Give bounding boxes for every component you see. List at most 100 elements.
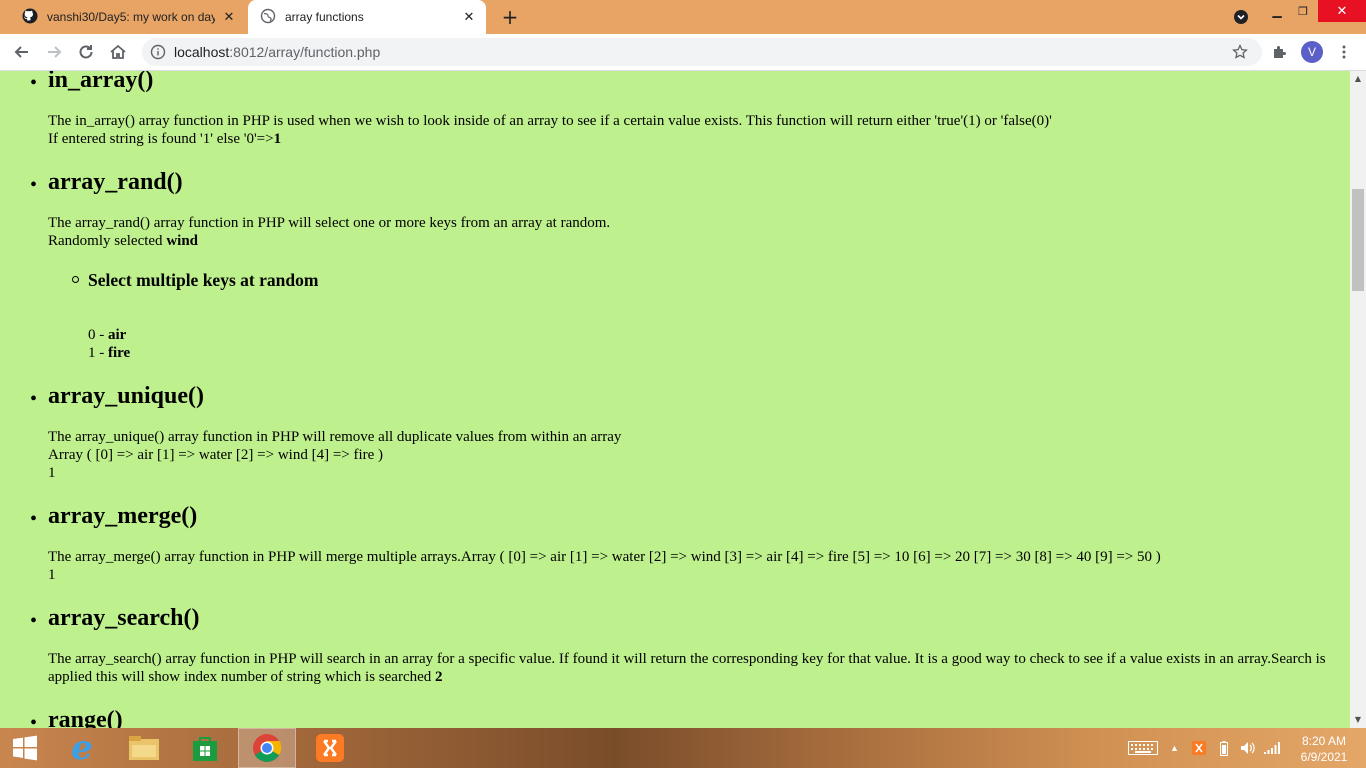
home-icon (110, 44, 126, 59)
bullet-icon: • (30, 388, 38, 410)
tab-strip: vanshi30/Day5: my work on day ✕ array fu… (0, 0, 1366, 34)
result-value: 1 (273, 131, 282, 147)
heading-range: range() (48, 707, 123, 728)
extensions-puzzle-icon[interactable] (1271, 44, 1287, 65)
section-array-search: • array_search() The array_search() arra… (30, 584, 1350, 686)
random-key-row: 1 - fire (88, 344, 1350, 362)
windows-taskbar: e ▲ 8:20 AM 6/9/2021 (0, 728, 1366, 768)
url-text: localhost:8012/array/function.php (174, 44, 380, 60)
heading-array-unique: array_unique() (48, 383, 204, 409)
clock-time: 8:20 AM (1301, 734, 1347, 748)
heading-array-search: array_search() (48, 605, 200, 631)
close-icon[interactable]: ✕ (462, 10, 476, 24)
keyboard-icon[interactable] (1128, 728, 1158, 768)
back-button[interactable] (12, 42, 32, 62)
scroll-up-arrow-icon[interactable]: ▲ (1350, 71, 1366, 87)
browser-toolbar: localhost:8012/array/function.php V (0, 34, 1366, 71)
array-unique-description: The array_unique() array function in PHP… (48, 429, 622, 445)
description-text: The array_search() array function in PHP… (48, 651, 1326, 685)
key-index: 1 - (88, 345, 108, 361)
back-arrow-icon (14, 46, 28, 58)
minimize-button[interactable]: ▁ (1266, 0, 1288, 22)
clock-date: 6/9/2021 (1300, 750, 1348, 764)
reload-button[interactable] (76, 42, 96, 62)
profile-avatar[interactable]: V (1301, 41, 1323, 63)
scrollbar-thumb[interactable] (1352, 189, 1364, 291)
taskbar-clock[interactable]: 8:20 AM 6/9/2021 (1296, 733, 1352, 765)
restore-button[interactable]: ❐ (1292, 0, 1314, 22)
forward-button[interactable] (44, 42, 64, 62)
tab-title: array functions (285, 10, 364, 24)
github-icon (22, 8, 38, 27)
result-value: 2 (435, 669, 443, 685)
section-array-unique: • array_unique() The array_unique() arra… (30, 362, 1350, 482)
section-array-rand: • array_rand() The array_rand() array fu… (30, 148, 1350, 362)
close-icon[interactable]: ✕ (222, 10, 236, 24)
result-text: Randomly selected (48, 233, 163, 249)
bullet-icon: • (30, 72, 38, 94)
internet-explorer-icon: e (71, 728, 93, 768)
address-bar[interactable]: localhost:8012/array/function.php (142, 38, 1262, 66)
random-key-row: 0 - air (88, 326, 1350, 344)
key-index: 0 - (88, 327, 108, 343)
bookmark-star-icon[interactable] (1232, 43, 1248, 65)
scroll-down-arrow-icon[interactable]: ▼ (1350, 712, 1366, 728)
tab-search-button[interactable] (1233, 9, 1249, 25)
subsection-multiple-keys: Select multiple keys at random 0 - air 1… (72, 270, 1350, 362)
result-text: If entered string is found '1' else '0'=… (48, 131, 274, 147)
new-tab-button[interactable]: + (500, 7, 520, 27)
subheading-multiple-keys: Select multiple keys at random (88, 270, 319, 290)
section-range: • range() (30, 686, 1350, 728)
key-value: fire (108, 345, 131, 361)
reload-icon (79, 45, 93, 59)
array-search-description: The array_search() array function in PHP… (48, 650, 1338, 686)
close-window-button[interactable]: ✕ (1318, 0, 1366, 22)
more-menu-icon[interactable] (1336, 44, 1352, 65)
vertical-scrollbar[interactable]: ▲ ▼ (1350, 71, 1366, 728)
network-signal-icon[interactable] (1264, 728, 1280, 768)
show-hidden-icons-icon[interactable]: ▲ (1170, 728, 1179, 768)
chevron-down-icon (1234, 10, 1248, 24)
home-button[interactable] (108, 42, 128, 62)
forward-arrow-icon (48, 46, 62, 58)
chrome-icon (253, 734, 282, 762)
array-merge-return: 1 (48, 567, 56, 583)
xampp-button[interactable] (302, 728, 358, 768)
heading-array-rand: array_rand() (48, 169, 183, 195)
array-rand-description: The array_rand() array function in PHP w… (48, 215, 611, 231)
heading-in-array: in_array() (48, 71, 154, 93)
start-button[interactable] (0, 728, 50, 768)
bullet-icon: • (30, 508, 38, 530)
store-bag-icon (193, 737, 217, 761)
key-value: air (108, 327, 127, 343)
page-viewport: • in_array() The in_array() array functi… (0, 71, 1350, 728)
windows-logo-icon (13, 735, 37, 761)
internet-explorer-button[interactable]: e (56, 728, 108, 768)
tab-github[interactable]: vanshi30/Day5: my work on day ✕ (10, 0, 246, 34)
function-list: • in_array() The in_array() array functi… (0, 71, 1350, 728)
file-explorer-button[interactable] (116, 728, 172, 768)
battery-icon[interactable] (1220, 728, 1228, 768)
url-host: localhost (174, 44, 230, 60)
folder-icon (129, 736, 159, 760)
section-in-array: • in_array() The in_array() array functi… (30, 71, 1350, 148)
xampp-tray-icon[interactable] (1192, 728, 1206, 768)
volume-icon[interactable] (1240, 728, 1256, 768)
url-path: :8012/array/function.php (229, 44, 381, 60)
in-array-description: The in_array() array function in PHP is … (48, 113, 1052, 129)
globe-icon (260, 8, 276, 27)
xampp-icon (316, 734, 344, 762)
tab-title: vanshi30/Day5: my work on day (47, 10, 215, 24)
result-value: wind (166, 233, 198, 249)
info-icon[interactable] (150, 44, 166, 65)
chrome-button[interactable] (238, 728, 296, 768)
tab-array-functions[interactable]: array functions ✕ (248, 0, 486, 34)
bullet-icon: • (30, 174, 38, 196)
array-unique-output: Array ( [0] => air [1] => water [2] => w… (48, 447, 384, 463)
bullet-icon: • (30, 712, 38, 728)
section-array-merge: • array_merge() The array_merge() array … (30, 482, 1350, 584)
page-content: • in_array() The in_array() array functi… (0, 71, 1350, 728)
array-merge-description: The array_merge() array function in PHP … (48, 549, 1161, 565)
circle-bullet-icon (72, 276, 79, 283)
store-button[interactable] (178, 728, 232, 768)
